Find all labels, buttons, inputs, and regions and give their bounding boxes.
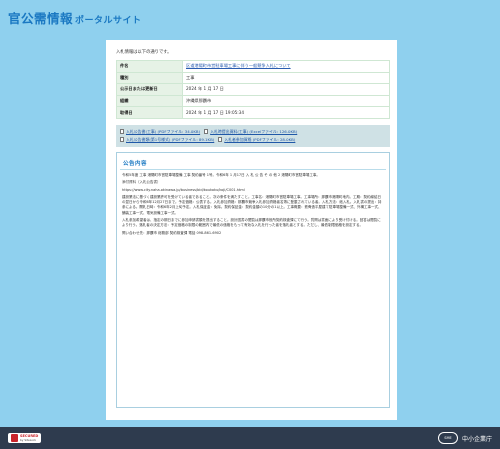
site-footer: SECURED by SiteLock SME 中小企業庁 [0,427,500,449]
info-label: 取得日 [116,106,183,119]
attachments-row-2: 入札公告書類(第1号様式) (PDFファイル: 89.1KB) 入札者参加資格 … [120,136,386,144]
body-paragraph: 問い合わせ先：那覇市 総務部 契約検査課 電話 098-861-6902 [122,230,222,235]
body-paragraph: 令和5年度 工事 港陽町市営駐車場整備 工事 契約番号 1号。令和6年 1 月1… [122,172,320,177]
notice-content-section: 公告内容 令和5年度 工事 港陽町市営駐車場整備 工事 契約番号 1号。令和6年… [116,151,390,408]
site-header: 官公需情報 ポータルサイト [0,0,500,34]
body-paragraph: 添付資料（入札公告書） [122,180,161,185]
site-title-main: 官公需情報 [8,10,74,26]
intro-text: 入札情報は以下の通りです。 [116,50,172,55]
info-label: 組織 [116,94,183,108]
attachment-link[interactable]: 入札時提出資料(工事) (Excelファイル: 126.0KB) [204,128,297,136]
org-link[interactable]: SME 中小企業庁 [437,432,492,444]
info-row: 種別 工事 [116,71,390,85]
bid-info-table: 件名 区道港陽町市営駐車場工事に伴う一般競争入札について 種別 工事 公示日または更新日… [116,60,390,119]
document-icon [120,137,124,143]
document-icon [120,129,124,135]
info-row: 組織 沖縄県那覇市 [116,94,390,108]
org-name: 中小企業庁 [461,435,492,443]
site-logo-title[interactable]: 官公需情報 ポータルサイト [8,8,142,27]
info-row: 件名 区道港陽町市営駐車場工事に伴う一般競争入札について [116,60,390,73]
info-label: 公示日または更新日 [116,83,183,96]
lock-icon [11,434,18,442]
secured-by: by SiteLock [20,438,37,442]
body-paragraph: 入札参加希望者は、指定の期日までに参加申請書類を提出すること。設計図書の閲覧は那… [122,218,381,228]
site-title-sub: ポータルサイト [75,15,142,26]
document-icon [204,129,209,135]
attachment-link[interactable]: 入札公告書(工事) (PDFファイル: 34.0KB) [120,128,200,136]
section-title: 公告内容 [120,157,386,170]
info-value: 沖縄県那覇市 [182,94,390,108]
info-value: 工事 [182,71,390,85]
attachments-box: 入札公告書(工事) (PDFファイル: 34.0KB) 入札時提出資料(工事) … [116,124,390,147]
notice-body: 令和5年度 工事 港陽町市営駐車場整備 工事 契約番号 1号。令和6年 1 月1… [120,173,386,236]
info-value: 2024 年 1 月 17 日 [182,83,390,96]
info-row: 公示日または更新日 2024 年 1 月 17 日 [116,83,390,96]
info-label: 件名 [116,60,183,73]
info-row: 取得日 2024 年 1 月 17 日 19:05:34 [116,106,390,119]
info-label: 種別 [116,71,183,85]
info-value: 2024 年 1 月 17 日 19:05:34 [182,106,390,119]
main-content: 入札情報は以下の通りです。 件名 区道港陽町市営駐車場工事に伴う一般競争入札につい… [106,40,397,420]
sme-agency-logo-icon: SME [437,432,458,444]
body-paragraph: https://www.city.naha.okinawa.jp/busines… [122,187,245,192]
attachment-link[interactable]: 入札公告書類(第1号様式) (PDFファイル: 89.1KB) [120,136,214,144]
attachments-row-1: 入札公告書(工事) (PDFファイル: 34.0KB) 入札時提出資料(工事) … [120,128,386,136]
sitelock-badge[interactable]: SECURED by SiteLock [8,433,42,443]
document-icon [218,137,223,143]
subject-link[interactable]: 区道港陽町市営駐車場工事に伴う一般競争入札について [182,60,390,73]
body-paragraph: 建設業法に基づく建設業許可を受けている者であること。次の条件を満たすこと。工事名… [122,194,382,215]
attachment-link[interactable]: 入札者参加資格 (PDFファイル: 28.0KB) [218,136,295,144]
